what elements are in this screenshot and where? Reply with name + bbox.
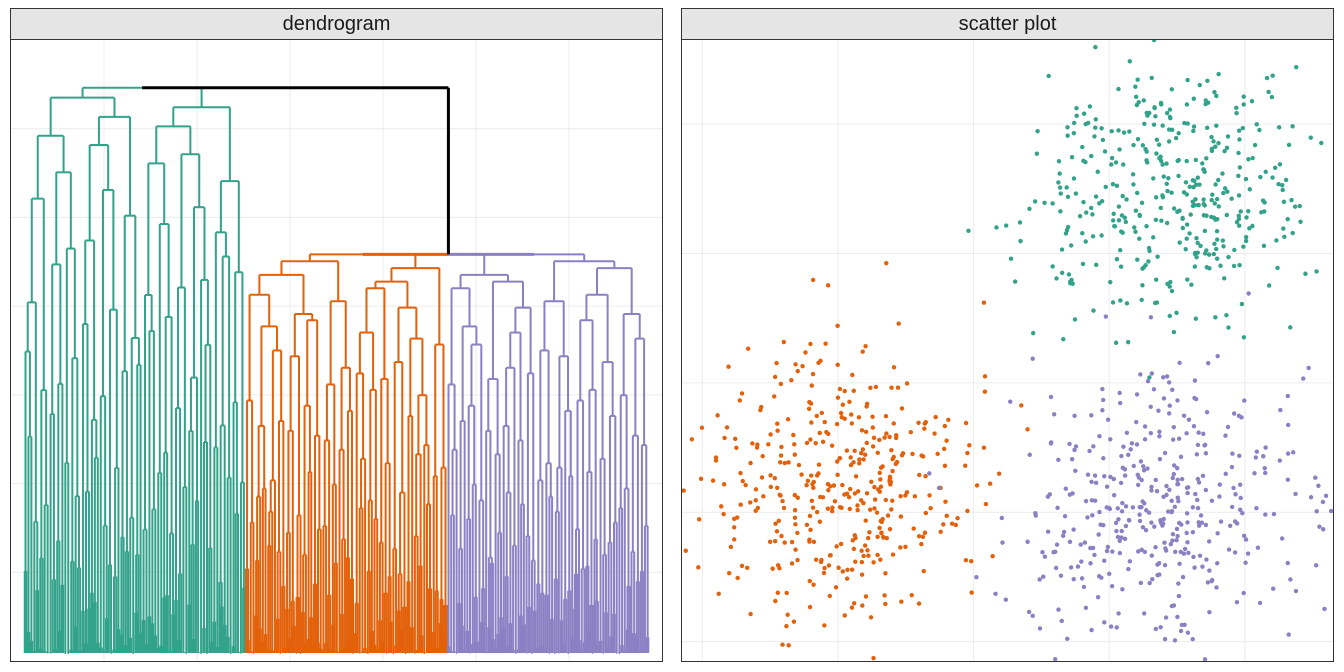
scatter-panel: scatter plot — [681, 8, 1334, 662]
dendrogram-body — [11, 40, 662, 661]
dendrogram-svg — [11, 40, 662, 661]
dendrogram-panel: dendrogram — [10, 8, 663, 662]
panel-row: dendrogram scatter plot — [0, 0, 1344, 672]
dendrogram-title: dendrogram — [11, 9, 662, 40]
scatter-svg — [682, 40, 1333, 661]
scatter-body — [682, 40, 1333, 661]
scatter-title: scatter plot — [682, 9, 1333, 40]
